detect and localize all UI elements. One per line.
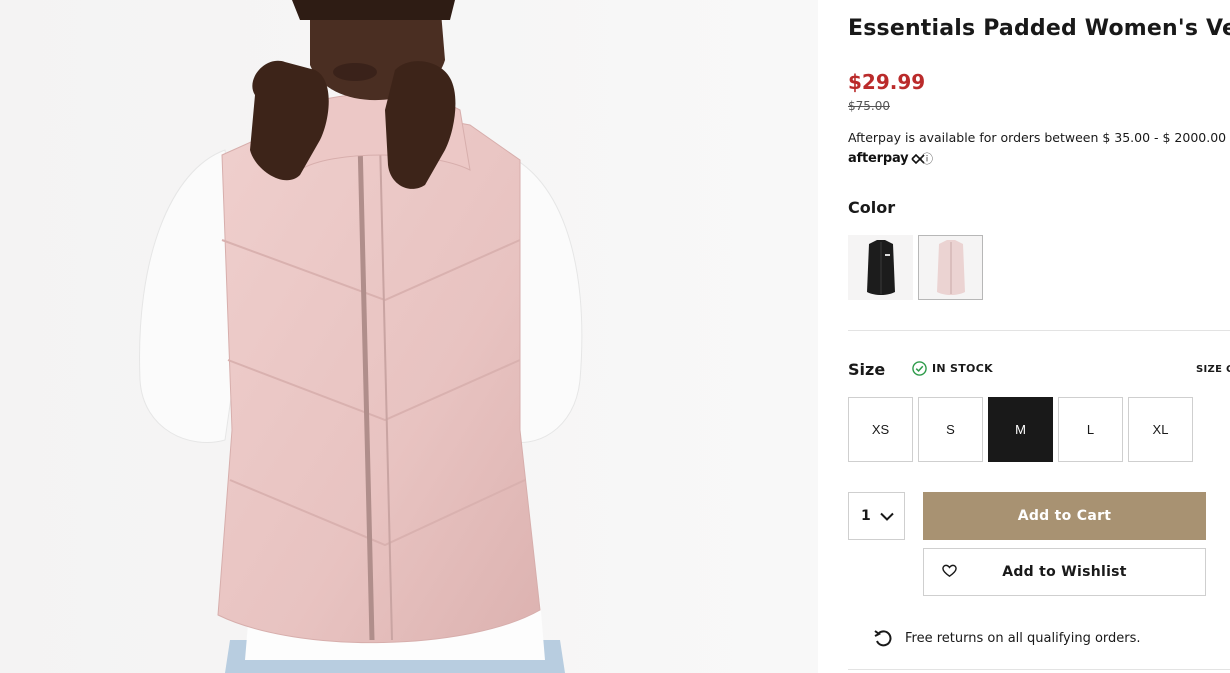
stock-status: IN STOCK (912, 361, 993, 376)
quantity-value: 1 (861, 508, 871, 524)
chevron-down-icon (880, 512, 894, 521)
product-info-panel: Essentials Padded Women's Vest $29.99 $7… (818, 0, 1230, 673)
afterpay-message: Afterpay is available for orders between… (848, 130, 1227, 145)
size-label: Size (848, 360, 886, 379)
check-circle-icon (912, 361, 927, 376)
black-vest-thumbnail (866, 239, 895, 295)
quantity-select[interactable]: 1 (848, 492, 905, 540)
pink-vest-thumbnail (936, 239, 965, 295)
size-option-l[interactable]: L (1058, 397, 1123, 462)
sale-price: $29.99 (848, 70, 926, 94)
product-photo-illustration (0, 0, 818, 673)
original-price: $75.00 (848, 99, 890, 113)
product-image[interactable] (0, 0, 818, 673)
afterpay-logo-text: afterpay (848, 151, 909, 166)
free-returns-note: Free returns on all qualifying orders. (873, 628, 1141, 648)
stock-status-text: IN STOCK (932, 362, 993, 375)
add-to-wishlist-label: Add to Wishlist (1002, 564, 1127, 580)
afterpay-logo[interactable]: afterpay (848, 151, 926, 166)
color-label: Color (848, 198, 896, 217)
size-guide-link[interactable]: SIZE GUIDE (1196, 364, 1230, 375)
color-swatch-black[interactable] (848, 235, 913, 300)
bottom-divider (848, 669, 1230, 670)
size-option-m[interactable]: M (988, 397, 1053, 462)
size-option-xl[interactable]: XL (1128, 397, 1193, 462)
heart-icon (942, 564, 957, 578)
color-swatch-pink[interactable] (918, 235, 983, 300)
product-title: Essentials Padded Women's Vest (848, 16, 1230, 41)
size-option-s[interactable]: S (918, 397, 983, 462)
size-option-xs[interactable]: XS (848, 397, 913, 462)
add-to-cart-button[interactable]: Add to Cart (923, 492, 1206, 540)
afterpay-info-icon[interactable]: ⓘ (921, 150, 933, 167)
return-arrow-icon (874, 630, 892, 647)
free-returns-text: Free returns on all qualifying orders. (905, 630, 1141, 646)
add-to-wishlist-button[interactable]: Add to Wishlist (923, 548, 1206, 596)
section-divider (848, 330, 1230, 331)
